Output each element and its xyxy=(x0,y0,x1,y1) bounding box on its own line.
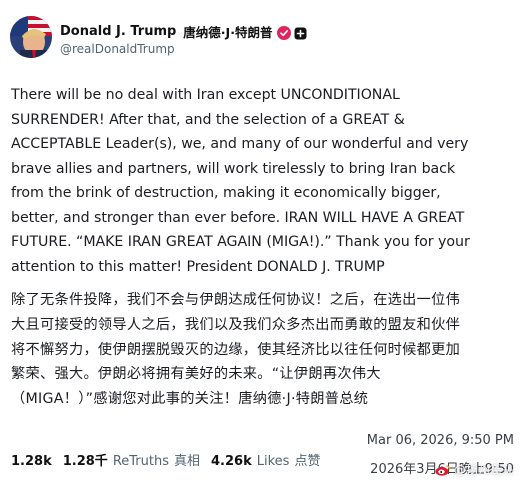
weibo-icon xyxy=(435,464,451,476)
post-body-english: There will be no deal with Iran except U… xyxy=(11,83,521,279)
text-line: 除了无条件投降，我们不会与伊朗达成任何协议！之后，在选出一位伟 xyxy=(11,292,461,308)
text-line: 繁荣、强大。伊朗必将拥有美好的未来。“让伊朗再次伟大 xyxy=(11,366,381,383)
plus-square-icon xyxy=(294,25,307,40)
retruths-label[interactable]: ReTruths xyxy=(113,454,169,469)
quotes-label[interactable]: 真相 xyxy=(174,450,200,469)
likes-label[interactable]: Likes xyxy=(257,454,290,469)
text-line: FUTURE. “MAKE IRAN GREAT AGAIN (MIGA!).”… xyxy=(11,234,470,250)
post-header: Donald J. Trump 唐纳德·J·特朗普 @realDonaldTru… xyxy=(10,14,520,62)
text-line: ACCEPTABLE Leader(s), we, and many of ou… xyxy=(11,136,469,152)
watermark-text: @扬州街头 xyxy=(453,463,514,477)
text-line: brave allies and partners, will work tir… xyxy=(11,160,456,177)
replies-count: 1.28k xyxy=(11,454,52,469)
text-line: 将不懈努力，使伊朗摆脱毁灭的边缘，使其经济比以往任何时候都更加 xyxy=(11,341,461,358)
name-row: Donald J. Trump 唐纳德·J·特朗普 xyxy=(60,22,307,41)
post-body-chinese: 除了无条件投降，我们不会与伊朗达成任何协议！之后，在选出一位伟 大且可接受的领导… xyxy=(11,288,511,412)
retruths-count: 1.28千 xyxy=(62,454,108,469)
text-line: 大且可接受的领导人之后，我们以及我们众多杰出而勇敢的盟友和伙伴 xyxy=(11,316,461,333)
timestamp[interactable]: Mar 06, 2026, 9:50 PM xyxy=(367,433,514,448)
watermark: @扬州街头 xyxy=(435,461,514,478)
display-name[interactable]: Donald J. Trump xyxy=(60,24,176,39)
text-line: There will be no deal with Iran except U… xyxy=(11,87,400,103)
text-line: attention to this matter! President DONA… xyxy=(11,258,385,275)
text-line: better, and stronger than ever before. I… xyxy=(11,209,465,226)
likes-count: 4.26k xyxy=(211,454,252,469)
text-line: from the brink of destruction, making it… xyxy=(11,185,441,201)
likes-label-cn: 点赞 xyxy=(294,454,321,469)
engagement-stats: 1.28k 1.28千 ReTruths 真相 4.26k Likes 点赞 xyxy=(11,450,320,469)
avatar-image xyxy=(10,16,52,58)
avatar[interactable] xyxy=(10,16,52,58)
display-name-cn: 唐纳德·J·特朗普 xyxy=(183,25,273,40)
verified-badge-icon xyxy=(277,25,292,40)
user-handle[interactable]: @realDonaldTrump xyxy=(60,42,175,56)
text-line: SURRENDER! After that, and the selection… xyxy=(11,111,405,128)
text-line: （MIGA！）”感谢您对此事的关注！唐纳德·J·特朗普总统 xyxy=(11,391,369,408)
